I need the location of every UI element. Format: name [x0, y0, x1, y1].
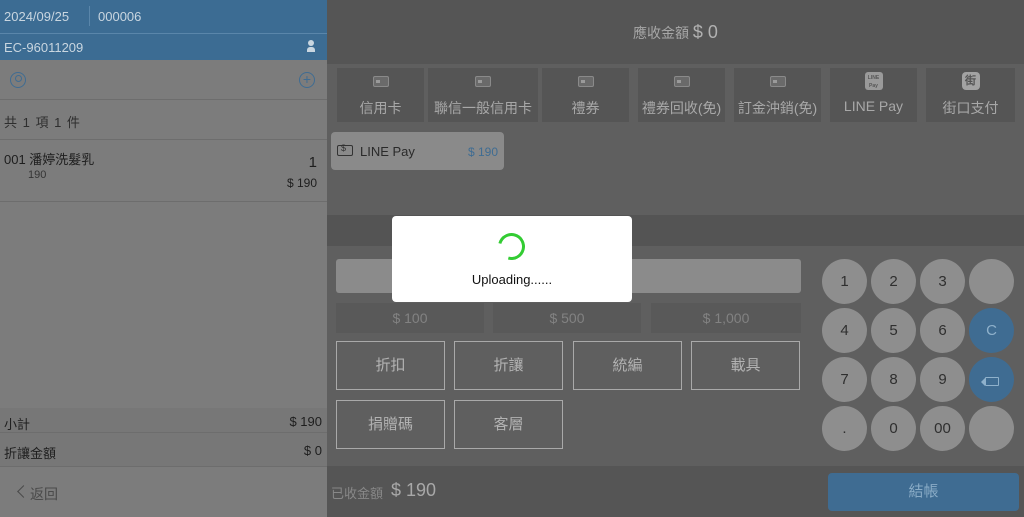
quick-amount-1000[interactable]: $ 1,000 [651, 303, 801, 333]
header-divider [89, 6, 90, 26]
key-6[interactable]: 6 [920, 308, 965, 353]
order-number: 000006 [98, 9, 142, 24]
applied-payment-amount: $ 190 [467, 145, 498, 159]
payment-method-deposit-offset[interactable]: 訂金沖銷(免) [734, 68, 821, 122]
clear-key[interactable]: C [969, 308, 1014, 353]
totals-divider [0, 432, 327, 433]
customer-group-button[interactable]: 客層 [454, 400, 563, 449]
discount-row: 折讓金額 $ 0 [4, 443, 322, 463]
payment-method-label: 訂金沖銷(免) [737, 100, 818, 116]
received-value: $ 190 [391, 480, 437, 500]
payment-method-label: 禮券回收(免) [641, 100, 722, 116]
tax-id-button[interactable]: 統編 [573, 341, 682, 390]
payment-method-label: LINE Pay [843, 98, 904, 114]
payment-method-line-pay[interactable]: LINE Pay LINE Pay [830, 68, 917, 122]
payment-method-jkopay[interactable]: 街 街口支付 [926, 68, 1015, 122]
chevron-left-icon [17, 485, 30, 498]
cart-toolbar: + [0, 60, 327, 100]
payment-method-label: 信用卡 [359, 100, 402, 116]
discount-value: $ 0 [303, 443, 322, 458]
customer-id: EC-96011209 [4, 40, 84, 55]
member-icon[interactable] [10, 72, 26, 88]
backspace-icon [980, 377, 999, 386]
key-0[interactable]: 0 [871, 406, 916, 451]
voucher-icon [769, 76, 786, 87]
uploading-message: Uploading...... [471, 272, 553, 287]
key-blank-top[interactable] [969, 259, 1014, 304]
subtotal-row: 小計 $ 190 [4, 414, 322, 434]
line-pay-icon: LINE Pay [864, 72, 883, 90]
payment-method-label: 禮券 [571, 100, 600, 116]
key-1[interactable]: 1 [822, 259, 867, 304]
payment-method-label: 街口支付 [942, 100, 999, 116]
payment-method-union-card[interactable]: 聯信一般信用卡 [428, 68, 538, 122]
loading-spinner-icon [493, 228, 530, 265]
cart-item[interactable]: 001 潘婷洗髮乳 1 190 $ 190 [0, 141, 327, 202]
item-count-text: 共 1 項 1 件 [4, 115, 81, 130]
cash-icon [337, 143, 353, 156]
key-3[interactable]: 3 [920, 259, 965, 304]
received-label: 已收金額 [331, 486, 384, 501]
payment-method-credit-card[interactable]: 信用卡 [337, 68, 424, 122]
subtotal-label: 小計 [4, 417, 31, 432]
payment-method-voucher-recycle[interactable]: 禮券回收(免) [638, 68, 725, 122]
discount-label: 折讓金額 [4, 446, 57, 461]
key-blank-bottom[interactable] [969, 406, 1014, 451]
applied-payment-name: LINE Pay [360, 144, 415, 159]
cart-totals: 小計 $ 190 折讓金額 $ 0 [0, 408, 327, 466]
subtotal-value: $ 190 [289, 414, 322, 429]
card-icon [475, 76, 491, 87]
key-4[interactable]: 4 [822, 308, 867, 353]
jkopay-icon: 街 [961, 72, 980, 90]
quick-amount-500[interactable]: $ 500 [493, 303, 641, 333]
donation-code-button[interactable]: 捐贈碼 [336, 400, 445, 449]
add-circle-icon[interactable]: + [299, 72, 315, 88]
payment-method-voucher[interactable]: 禮券 [542, 68, 629, 122]
key-5[interactable]: 5 [871, 308, 916, 353]
discount-button[interactable]: 折扣 [336, 341, 445, 390]
header-separator [0, 33, 327, 34]
backspace-key[interactable] [969, 357, 1014, 402]
cart-panel: 2024/09/25 000006 EC-96011209 + 共 1 項 1 … [0, 0, 327, 517]
key-2[interactable]: 2 [871, 259, 916, 304]
key-9[interactable]: 9 [920, 357, 965, 402]
back-label: 返回 [30, 486, 58, 502]
item-subtotal: $ 190 [286, 176, 317, 190]
back-button[interactable]: 返回 [0, 466, 327, 517]
person-icon [307, 40, 315, 52]
item-name: 001 潘婷洗髮乳 [4, 152, 95, 167]
order-header: 2024/09/25 000006 EC-96011209 [0, 0, 327, 60]
checkout-button[interactable]: 結帳 [828, 473, 1019, 511]
order-date: 2024/09/25 [4, 9, 70, 24]
voucher-icon [673, 76, 690, 87]
carrier-button[interactable]: 載具 [691, 341, 800, 390]
applied-payment-card[interactable]: LINE Pay $ 190 [331, 132, 504, 170]
key-00[interactable]: 00 [920, 406, 965, 451]
key-7[interactable]: 7 [822, 357, 867, 402]
item-unit-price: 190 [28, 169, 47, 181]
key-dot[interactable]: . [822, 406, 867, 451]
quick-amount-100[interactable]: $ 100 [336, 303, 484, 333]
item-quantity: 1 [308, 154, 317, 171]
card-icon [372, 76, 389, 87]
receivable-value: $ 0 [692, 22, 718, 42]
uploading-dialog: Uploading...... [392, 216, 632, 302]
key-8[interactable]: 8 [871, 357, 916, 402]
payment-method-label: 聯信一般信用卡 [434, 100, 532, 116]
receivable-header: 應收金額 $ 0 [327, 0, 1024, 64]
receivable-amount: 應收金額 $ 0 [327, 22, 1024, 43]
payment-footer: 已收金額 $ 190 結帳 [327, 466, 1024, 517]
voucher-icon [577, 76, 594, 87]
cart-summary: 共 1 項 1 件 [0, 100, 327, 140]
receivable-label: 應收金額 [633, 25, 690, 41]
allowance-button[interactable]: 折讓 [454, 341, 563, 390]
